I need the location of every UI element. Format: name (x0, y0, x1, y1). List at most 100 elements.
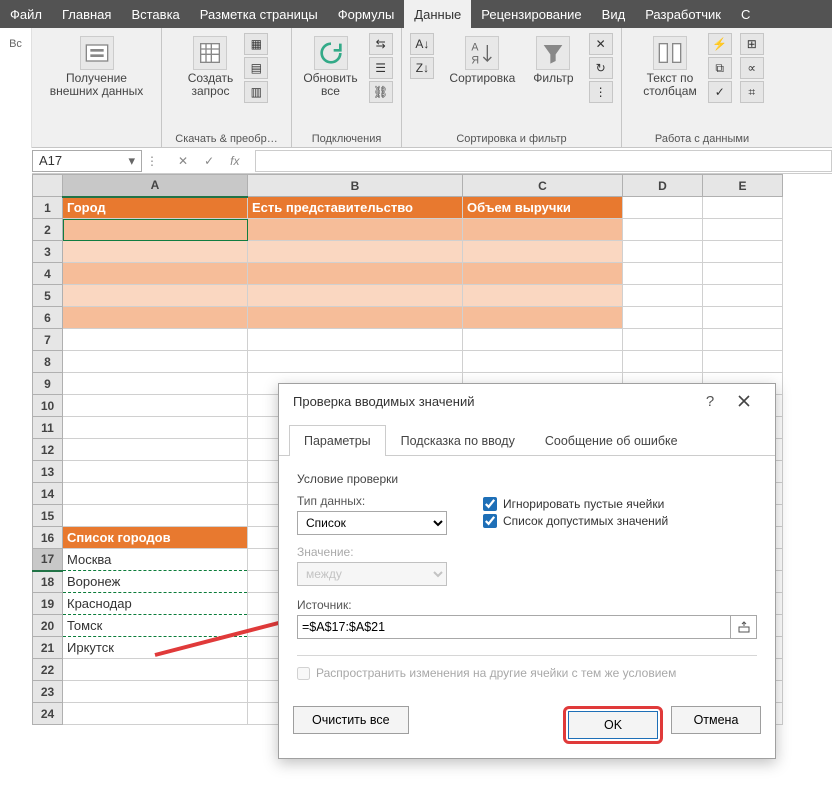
flash-fill-button[interactable]: ⚡ (708, 33, 732, 55)
row-head[interactable]: 9 (33, 373, 63, 395)
row-head[interactable]: 12 (33, 439, 63, 461)
remove-dup-button[interactable]: ⧉ (708, 57, 732, 79)
reapply-button[interactable]: ↻ (589, 57, 613, 79)
row-head[interactable]: 8 (33, 351, 63, 373)
name-box[interactable]: A17 ▾ (32, 150, 142, 172)
select-all-corner[interactable] (33, 175, 63, 197)
cell-a17[interactable]: Москва (63, 549, 248, 571)
dialog-tab-input-hint[interactable]: Подсказка по вводу (386, 425, 530, 456)
cell-a5[interactable] (63, 285, 248, 307)
dialog-help-button[interactable]: ? (693, 384, 727, 418)
get-external-data-button[interactable]: Получение внешних данных (46, 32, 148, 102)
manage-model-button[interactable]: ⌗ (740, 81, 764, 103)
row-head[interactable]: 3 (33, 241, 63, 263)
cell-b2[interactable] (248, 219, 463, 241)
sort-desc-button[interactable]: Z↓ (410, 57, 434, 79)
cell-a2[interactable] (63, 219, 248, 241)
tab-developer[interactable]: Разработчик (635, 0, 731, 28)
row-head[interactable]: 14 (33, 483, 63, 505)
fx-button[interactable]: fx (224, 154, 245, 168)
row-head[interactable]: 21 (33, 637, 63, 659)
accept-formula-button[interactable]: ✓ (198, 154, 220, 168)
formula-input[interactable] (255, 150, 832, 172)
source-input[interactable] (297, 615, 731, 639)
sort-asc-button[interactable]: A↓ (410, 33, 434, 55)
row-head[interactable]: 6 (33, 307, 63, 329)
tab-data[interactable]: Данные (404, 0, 471, 28)
cell-a6[interactable] (63, 307, 248, 329)
cancel-formula-button[interactable]: ✕ (172, 154, 194, 168)
row-head[interactable]: 16 (33, 527, 63, 549)
connections-button[interactable]: ⇆ (369, 33, 393, 55)
range-selector-button[interactable] (731, 615, 757, 639)
row-head[interactable]: 19 (33, 593, 63, 615)
ok-button[interactable]: OK (568, 711, 658, 739)
dialog-close-button[interactable] (727, 384, 761, 418)
row-head[interactable]: 23 (33, 681, 63, 703)
row-head[interactable]: 18 (33, 571, 63, 593)
cell-a18[interactable]: Воронеж (63, 571, 248, 593)
row-head[interactable]: 2 (33, 219, 63, 241)
clear-filter-button[interactable]: ✕ (589, 33, 613, 55)
tab-formulas[interactable]: Формулы (328, 0, 405, 28)
relationships-button[interactable]: ∝ (740, 57, 764, 79)
row-head[interactable]: 5 (33, 285, 63, 307)
in-cell-dropdown-checkbox[interactable] (483, 514, 497, 528)
row-head[interactable]: 11 (33, 417, 63, 439)
cell-a20[interactable]: Томск (63, 615, 248, 637)
cell-c2[interactable] (463, 219, 623, 241)
tab-home[interactable]: Главная (52, 0, 121, 28)
col-head-b[interactable]: B (248, 175, 463, 197)
row-head[interactable]: 20 (33, 615, 63, 637)
edit-links-button[interactable]: ⛓ (369, 81, 393, 103)
show-queries-button[interactable]: ▦ (244, 33, 268, 55)
cell-a19[interactable]: Краснодар (63, 593, 248, 615)
sort-button[interactable]: AЯ Сортировка (445, 32, 519, 89)
row-head[interactable]: 13 (33, 461, 63, 483)
row-head[interactable]: 7 (33, 329, 63, 351)
col-head-a[interactable]: A (63, 175, 248, 197)
cell-c1[interactable]: Объем выручки (463, 197, 623, 219)
tab-page-layout[interactable]: Разметка страницы (190, 0, 328, 28)
cell-a3[interactable] (63, 241, 248, 263)
cell-a21[interactable]: Иркутск (63, 637, 248, 659)
row-head[interactable]: 4 (33, 263, 63, 285)
consolidate-button[interactable]: ⊞ (740, 33, 764, 55)
tab-extra[interactable]: С (731, 0, 760, 28)
cell-d1[interactable] (623, 197, 703, 219)
col-head-e[interactable]: E (703, 175, 783, 197)
dialog-tab-error-message[interactable]: Сообщение об ошибке (530, 425, 693, 456)
from-table-button[interactable]: ▤ (244, 57, 268, 79)
tab-file[interactable]: Файл (0, 0, 52, 28)
row-head[interactable]: 10 (33, 395, 63, 417)
name-box-dropdown-icon[interactable]: ▾ (128, 153, 135, 169)
col-head-d[interactable]: D (623, 175, 703, 197)
dialog-tab-parameters[interactable]: Параметры (289, 425, 386, 456)
cell-e1[interactable] (703, 197, 783, 219)
data-validation-button[interactable]: ✓ (708, 81, 732, 103)
tab-view[interactable]: Вид (592, 0, 636, 28)
new-query-button[interactable]: Создать запрос (184, 32, 238, 102)
cancel-button[interactable]: Отмена (671, 706, 761, 734)
row-head[interactable]: 22 (33, 659, 63, 681)
tab-insert[interactable]: Вставка (121, 0, 189, 28)
cell-a16[interactable]: Список городов (63, 527, 248, 549)
allow-type-select[interactable]: Список (297, 511, 447, 535)
cell-b1[interactable]: Есть представительство (248, 197, 463, 219)
row-head[interactable]: 17 (33, 549, 63, 571)
refresh-all-button[interactable]: Обновить все (299, 32, 361, 102)
row-head[interactable]: 15 (33, 505, 63, 527)
clear-all-button[interactable]: Очистить все (293, 706, 409, 734)
row-head[interactable]: 24 (33, 703, 63, 725)
filter-button[interactable]: Фильтр (529, 32, 577, 89)
text-to-columns-button[interactable]: Текст по столбцам (639, 32, 700, 102)
advanced-filter-button[interactable]: ⋮ (589, 81, 613, 103)
col-head-c[interactable]: C (463, 175, 623, 197)
tab-review[interactable]: Рецензирование (471, 0, 591, 28)
properties-button[interactable]: ☰ (369, 57, 393, 79)
row-head[interactable]: 1 (33, 197, 63, 219)
cell-a4[interactable] (63, 263, 248, 285)
ignore-blank-checkbox[interactable] (483, 497, 497, 511)
cell-a1[interactable]: Город (63, 197, 248, 219)
recent-sources-button[interactable]: ▥ (244, 81, 268, 103)
